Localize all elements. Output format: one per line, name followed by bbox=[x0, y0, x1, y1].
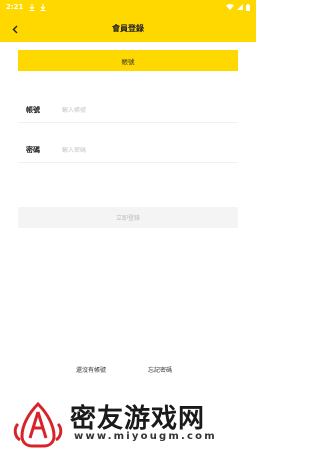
page-title: 會員登錄 bbox=[112, 23, 144, 33]
chevron-left-icon bbox=[12, 19, 18, 38]
back-button[interactable] bbox=[8, 20, 22, 36]
account-field: 帳號 bbox=[18, 98, 238, 123]
tab-account-label: 帳號 bbox=[121, 57, 135, 66]
app-header: 會員登錄 bbox=[0, 14, 256, 42]
brand-url: www.miyougm.com bbox=[74, 431, 217, 442]
status-time: 2:21 bbox=[6, 3, 24, 11]
password-field: 密碼 bbox=[18, 138, 238, 163]
tab-account[interactable]: 帳號 bbox=[18, 50, 238, 71]
register-link[interactable]: 還沒有帳號 bbox=[76, 363, 106, 375]
signal-icon bbox=[237, 4, 243, 10]
status-bar: 2:21 bbox=[0, 0, 256, 14]
wifi-icon bbox=[226, 4, 234, 10]
account-label: 帳號 bbox=[26, 106, 40, 114]
status-system-icons bbox=[226, 3, 250, 11]
login-button-label: 立即登錄 bbox=[115, 215, 140, 222]
battery-icon bbox=[246, 3, 250, 11]
download-icon bbox=[40, 3, 46, 11]
notification-icon bbox=[29, 3, 35, 11]
brand-name: 密友游戏网 bbox=[70, 404, 206, 434]
login-button[interactable]: 立即登錄 bbox=[18, 207, 238, 228]
brand-logo bbox=[12, 398, 64, 450]
status-notification-icons bbox=[29, 3, 46, 11]
password-label: 密碼 bbox=[26, 146, 40, 154]
password-input[interactable] bbox=[60, 146, 222, 154]
account-input[interactable] bbox=[60, 106, 222, 114]
forgot-password-link[interactable]: 忘記密碼 bbox=[148, 363, 172, 375]
site-watermark: 密友游戏网 www.miyougm.com bbox=[0, 394, 256, 455]
